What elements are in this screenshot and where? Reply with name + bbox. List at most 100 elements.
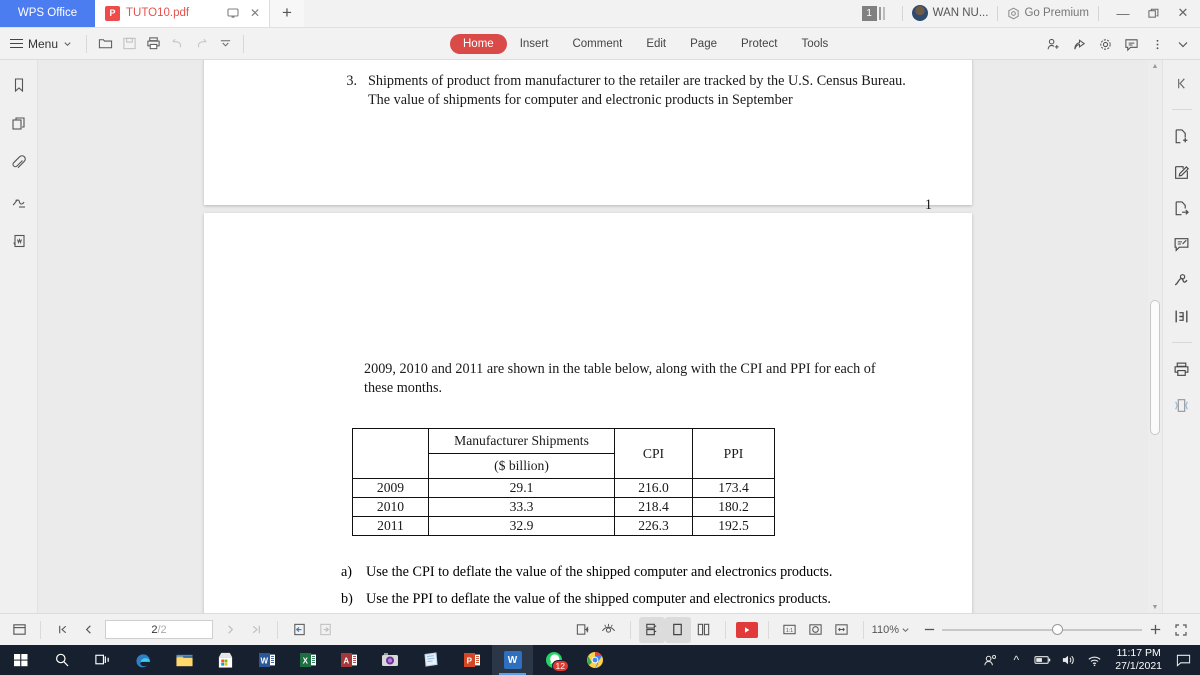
maximize-restore-button[interactable] (1138, 0, 1168, 27)
previous-document-icon[interactable] (286, 617, 312, 643)
word-icon[interactable]: W (246, 645, 287, 675)
tab-home[interactable]: Home (450, 34, 507, 54)
edge-icon[interactable] (123, 645, 164, 675)
undo-icon[interactable] (165, 32, 189, 56)
page-number-input[interactable]: 2/2 (105, 620, 213, 639)
tab-protect[interactable]: Protect (730, 34, 788, 54)
start-button[interactable] (0, 645, 41, 675)
play-slideshow-icon[interactable] (734, 617, 760, 643)
eye-read-mode-icon[interactable] (596, 617, 622, 643)
last-page-button[interactable] (243, 617, 269, 643)
chevron-down-icon[interactable] (1170, 31, 1196, 57)
close-button[interactable]: ✕ (1168, 0, 1198, 27)
task-view-icon[interactable] (82, 645, 123, 675)
title-bar: WPS Office P TUTO10.pdf ✕ + 1 WAN NU... (0, 0, 1200, 28)
open-folder-icon[interactable] (93, 32, 117, 56)
export-pdf-icon[interactable] (1171, 197, 1193, 219)
sign-icon[interactable] (1171, 269, 1193, 291)
zoom-chevron-down-icon[interactable] (901, 625, 910, 634)
go-premium-button[interactable]: Go Premium (1007, 7, 1089, 20)
microsoft-store-icon[interactable] (205, 645, 246, 675)
fit-page-icon[interactable] (803, 617, 829, 643)
document-tab[interactable]: P TUTO10.pdf ✕ (95, 0, 270, 27)
camera-icon[interactable] (369, 645, 410, 675)
sticky-notes-icon[interactable] (410, 645, 451, 675)
more-chevron-icon[interactable] (213, 32, 237, 56)
attachment-paperclip-icon[interactable] (8, 152, 30, 174)
window-count-indicator[interactable]: 1 (861, 5, 885, 21)
battery-icon[interactable] (1029, 645, 1055, 675)
zoom-level-label[interactable]: 110% (872, 624, 899, 636)
excel-icon[interactable]: X (287, 645, 328, 675)
add-user-icon[interactable] (1040, 31, 1066, 57)
save-icon[interactable] (117, 32, 141, 56)
powerpoint-icon[interactable]: P (451, 645, 492, 675)
vertical-scrollbar[interactable]: ▲ ▼ (1148, 60, 1162, 613)
add-page-icon[interactable] (1171, 125, 1193, 147)
tab-page[interactable]: Page (679, 34, 728, 54)
collapse-panel-icon[interactable] (1171, 72, 1193, 94)
zoom-in-button[interactable] (1142, 617, 1168, 643)
volume-icon[interactable] (1055, 645, 1081, 675)
print-icon[interactable] (141, 32, 165, 56)
tab-tools[interactable]: Tools (790, 34, 839, 54)
compress-icon[interactable] (1171, 394, 1193, 416)
file-explorer-icon[interactable] (164, 645, 205, 675)
single-page-icon[interactable] (664, 616, 691, 643)
scrollbar-thumb[interactable] (1150, 300, 1160, 435)
zoom-out-button[interactable] (916, 617, 942, 643)
share-icon[interactable] (1066, 31, 1092, 57)
tab-comment[interactable]: Comment (561, 34, 633, 54)
thumbnails-icon[interactable] (8, 113, 30, 135)
tab-edit[interactable]: Edit (635, 34, 677, 54)
two-page-icon[interactable] (691, 617, 717, 643)
settings-gear-icon[interactable] (1092, 31, 1118, 57)
clock[interactable]: 11:17 PM 27/1/2021 (1107, 647, 1170, 673)
whatsapp-icon[interactable]: 12 (533, 645, 574, 675)
total-pages: 2 (160, 623, 167, 636)
tab-insert[interactable]: Insert (509, 34, 560, 54)
signature-icon[interactable] (8, 191, 30, 213)
first-page-button[interactable] (49, 617, 75, 643)
wps-office-icon[interactable]: W (492, 645, 533, 675)
feedback-icon[interactable] (1118, 31, 1144, 57)
menu-button[interactable]: Menu (0, 36, 80, 51)
document-viewport[interactable]: 3. Shipments of product from manufacture… (38, 60, 1148, 613)
split-merge-icon[interactable] (1171, 305, 1193, 327)
minimize-button[interactable]: — (1108, 0, 1138, 27)
edit-pdf-icon[interactable] (1171, 161, 1193, 183)
bookmark-icon[interactable] (8, 74, 30, 96)
annotate-icon[interactable] (1171, 233, 1193, 255)
next-document-icon[interactable] (312, 617, 338, 643)
scroll-down-arrow[interactable]: ▼ (1148, 601, 1162, 613)
new-tab-button[interactable]: + (270, 0, 304, 27)
wifi-icon[interactable] (1081, 645, 1107, 675)
status-bar: 2/2 1:1 110% (0, 613, 1200, 645)
access-icon[interactable]: A (328, 645, 369, 675)
search-icon[interactable] (41, 645, 82, 675)
zoom-slider-handle[interactable] (1052, 624, 1063, 635)
print-icon[interactable] (1171, 358, 1193, 380)
fullscreen-icon[interactable] (1168, 617, 1194, 643)
fit-to-screen-icon[interactable] (570, 617, 596, 643)
present-tab-icon[interactable] (225, 5, 241, 21)
next-page-button[interactable] (217, 617, 243, 643)
convert-to-word-icon[interactable] (8, 230, 30, 252)
cell-shipments: 33.3 (428, 497, 615, 517)
chrome-icon[interactable] (574, 645, 615, 675)
show-hidden-icons-chevron[interactable]: ^ (1003, 645, 1029, 675)
notifications-icon[interactable] (1170, 645, 1196, 675)
fit-width-icon[interactable] (829, 617, 855, 643)
previous-page-button[interactable] (75, 617, 101, 643)
zoom-slider[interactable] (942, 623, 1142, 637)
people-icon[interactable] (977, 645, 1003, 675)
table-header-row: Manufacturer Shipments CPI PPI (352, 428, 775, 479)
actual-size-icon[interactable]: 1:1 (777, 617, 803, 643)
scroll-up-arrow[interactable]: ▲ (1148, 60, 1162, 72)
close-tab-icon[interactable]: ✕ (247, 5, 263, 21)
continuous-scroll-icon[interactable] (638, 616, 665, 643)
redo-icon[interactable] (189, 32, 213, 56)
more-vertical-icon[interactable] (1144, 31, 1170, 57)
page-layout-icon[interactable] (6, 617, 32, 643)
user-account[interactable]: WAN NU... (911, 5, 988, 21)
